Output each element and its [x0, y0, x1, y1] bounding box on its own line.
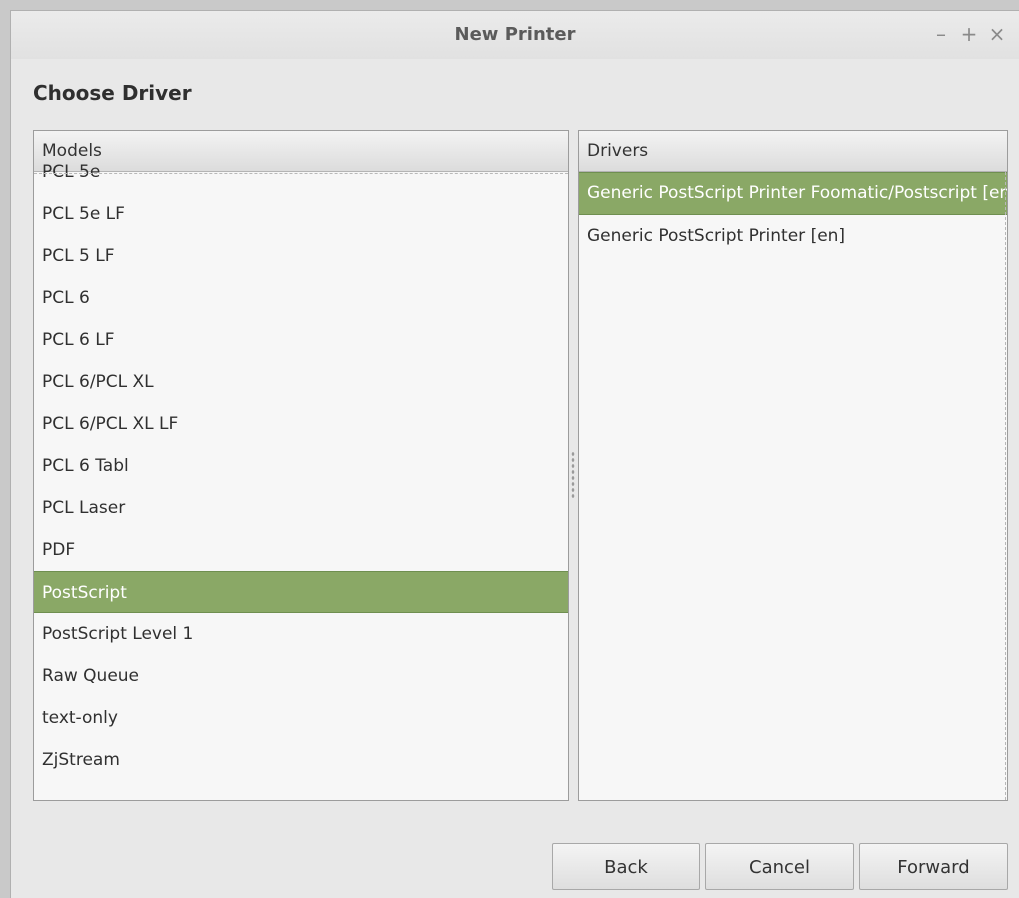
model-list-item[interactable]: PCL 5e LF [34, 193, 568, 235]
model-list-item[interactable]: PostScript [34, 571, 568, 613]
model-list-item[interactable]: PDF [34, 529, 568, 571]
model-list-item[interactable]: PCL 6 [34, 277, 568, 319]
model-list-item[interactable]: ZjStream [34, 739, 568, 781]
driver-list-item[interactable]: Generic PostScript Printer Foomatic/Post… [579, 172, 1007, 215]
forward-button[interactable]: Forward [859, 843, 1008, 890]
page-heading: Choose Driver [33, 81, 192, 105]
minimize-icon[interactable]: – [930, 23, 952, 45]
drivers-list-panel: Drivers Generic PostScript Printer Fooma… [578, 130, 1008, 801]
close-icon[interactable]: × [986, 23, 1008, 45]
model-list-item[interactable]: text-only [34, 697, 568, 739]
back-button[interactable]: Back [552, 843, 700, 890]
models-list[interactable]: PCL 5e PCL 5e LF PCL 5 LF PCL 6 PCL 6 LF PCL … [34, 151, 568, 781]
model-list-item[interactable]: Raw Queue [34, 655, 568, 697]
model-list-item[interactable]: PCL 5 LF [34, 235, 568, 277]
drivers-column-header[interactable]: Drivers [579, 131, 1007, 172]
model-list-item[interactable]: PCL 6/PCL XL LF [34, 403, 568, 445]
pane-resize-handle[interactable] [571, 451, 575, 499]
new-printer-dialog: New Printer – + × Choose Driver Models P… [10, 10, 1019, 898]
model-list-item[interactable]: PCL 5e [34, 151, 568, 193]
models-list-panel: Models PCL 5e PCL 5e LF PCL 5 LF PCL 6 PCL 6… [33, 130, 569, 801]
model-list-item[interactable]: PostScript Level 1 [34, 613, 568, 655]
window-title: New Printer [454, 24, 576, 45]
model-list-item[interactable]: PCL 6 Tabl [34, 445, 568, 487]
driver-list-item[interactable]: Generic PostScript Printer [en] [579, 215, 1007, 257]
drivers-list[interactable]: Generic PostScript Printer Foomatic/Post… [579, 172, 1007, 257]
maximize-icon[interactable]: + [958, 23, 980, 45]
model-list-item[interactable]: PCL Laser [34, 487, 568, 529]
cancel-button[interactable]: Cancel [705, 843, 854, 890]
model-list-item[interactable]: PCL 6/PCL XL [34, 361, 568, 403]
title-bar[interactable]: New Printer – + × [11, 11, 1019, 59]
model-list-item[interactable]: PCL 6 LF [34, 319, 568, 361]
